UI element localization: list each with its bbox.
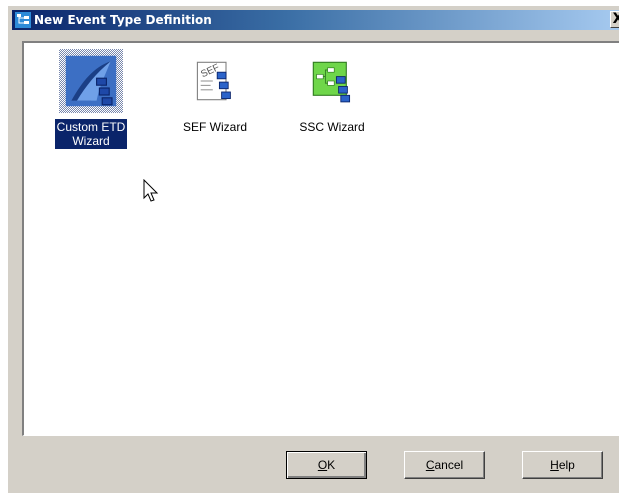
ssc-wizard-item[interactable]: SSC Wizard [284, 49, 380, 135]
cancel-button-label: ancel [434, 458, 464, 472]
wizard-list-pane[interactable]: Custom ETD Wizard SEF SEF Wizard SSC Wiz… [22, 41, 619, 436]
window-title: New Event Type Definition [34, 13, 212, 27]
ok-button[interactable]: OK [286, 451, 367, 479]
ssc-wizard-icon [300, 49, 364, 113]
custom-etd-wizard-label: Custom ETD Wizard [53, 118, 129, 150]
event-type-app-icon [15, 12, 31, 28]
close-button[interactable]: X [610, 11, 619, 28]
ok-button-mnemonic: O [317, 458, 328, 472]
custom-etd-wizard-item[interactable]: Custom ETD Wizard [43, 49, 139, 150]
sef-wizard-item[interactable]: SEF SEF Wizard [167, 49, 263, 135]
ok-button-label: K [327, 458, 336, 472]
dialog-window: New Event Type Definition X Custom ETD W… [8, 6, 619, 493]
close-icon: X [612, 11, 619, 27]
help-button-label: elp [558, 458, 575, 472]
cancel-button[interactable]: Cancel [404, 451, 485, 479]
ssc-wizard-label: SSC Wizard [299, 120, 365, 134]
help-button-mnemonic: H [550, 458, 559, 472]
mouse-pointer-icon [143, 179, 159, 202]
custom-etd-wizard-icon [59, 49, 123, 113]
sef-wizard-label: SEF Wizard [182, 120, 247, 134]
sef-wizard-icon: SEF [183, 49, 247, 113]
help-button[interactable]: Help [522, 451, 603, 479]
title-bar[interactable]: New Event Type Definition X [12, 10, 619, 30]
